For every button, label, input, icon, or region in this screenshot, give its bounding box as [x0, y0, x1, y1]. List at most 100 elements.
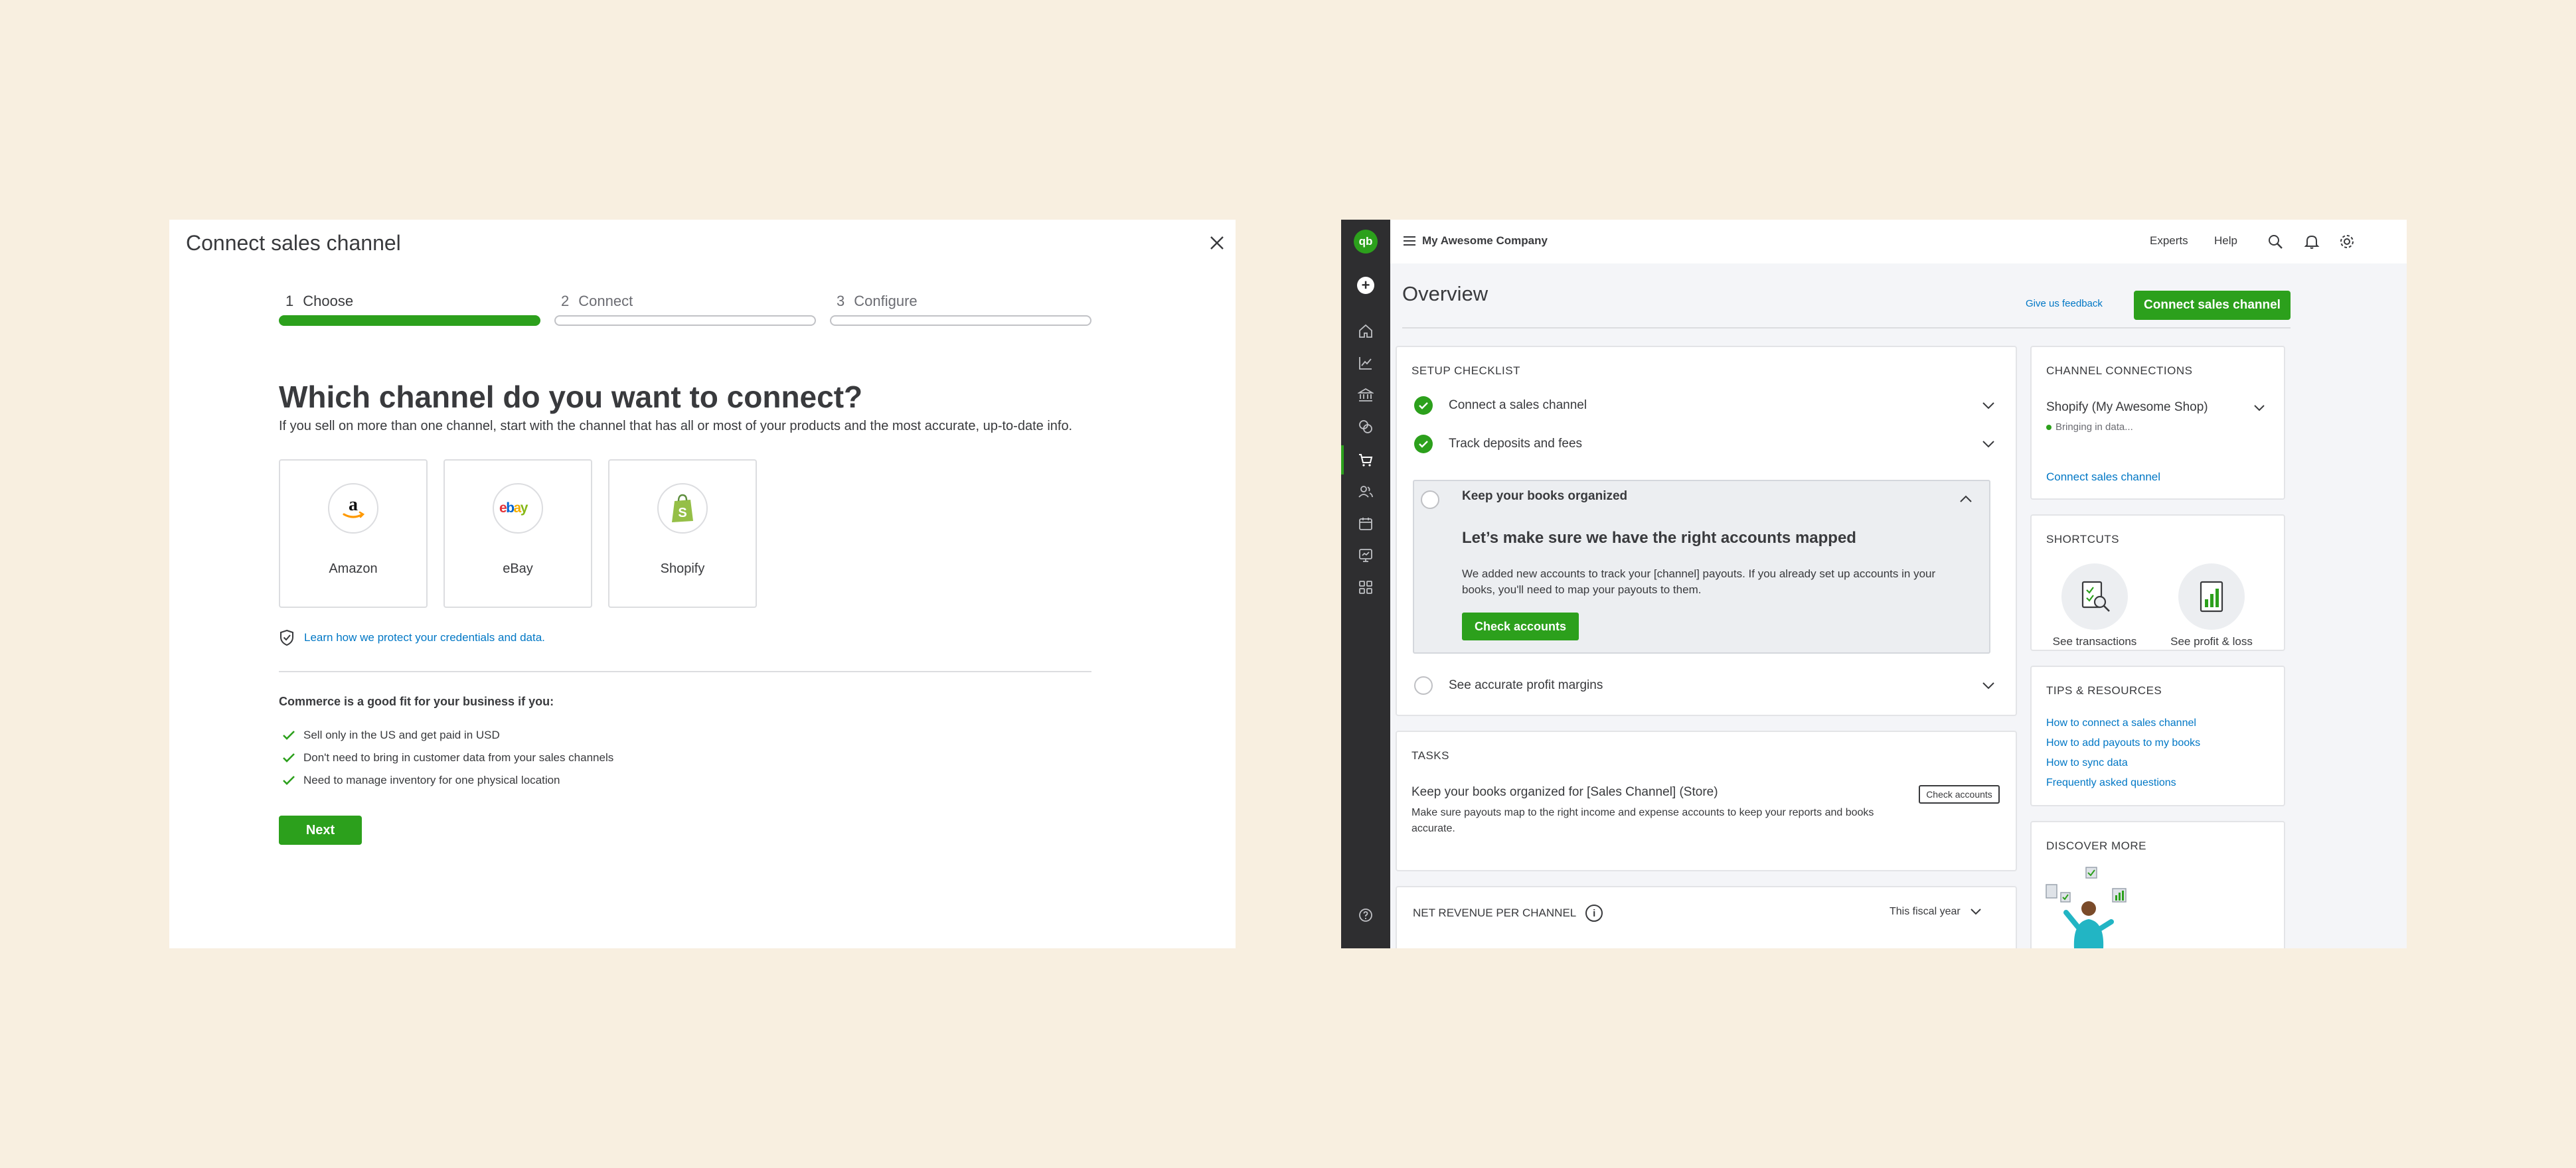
step-choose: 1 Choose [279, 293, 540, 326]
chevron-down-icon[interactable] [1981, 439, 1996, 449]
checkmark-circle-icon [1414, 396, 1433, 415]
channel-name: eBay [503, 561, 533, 576]
transfer-icon[interactable] [1358, 419, 1374, 435]
tasks-card: TASKS Keep your books organized for [Sal… [1396, 731, 2017, 871]
feedback-link[interactable]: Give us feedback [2026, 298, 2103, 309]
channel-card-ebay[interactable]: ebay eBay [443, 459, 592, 608]
bank-icon[interactable] [1358, 387, 1374, 403]
chevron-down-icon[interactable] [2253, 404, 2265, 412]
tips-link[interactable]: How to add payouts to my books [2046, 737, 2200, 749]
create-new-button[interactable]: + [1357, 277, 1374, 294]
tips-link[interactable]: Frequently asked questions [2046, 777, 2176, 789]
gear-icon[interactable] [2338, 233, 2356, 250]
home-icon[interactable] [1358, 323, 1374, 339]
channel-card-amazon[interactable]: a Amazon [279, 459, 428, 608]
list-item: Need to manage inventory for one physica… [282, 769, 613, 792]
status-dot [2046, 424, 2052, 430]
expanded-title: Let’s make sure we have the right accoun… [1462, 529, 1856, 547]
protect-credentials-link[interactable]: Learn how we protect your credentials an… [279, 629, 545, 646]
bell-icon[interactable] [2303, 233, 2320, 250]
task-check-accounts-button[interactable]: Check accounts [1919, 785, 2000, 804]
fit-list: Sell only in the US and get paid in USD … [282, 724, 613, 792]
experts-link[interactable]: Experts [2150, 234, 2188, 248]
checkmark-circle-icon [1414, 435, 1433, 453]
list-item: Don't need to bring in customer data fro… [282, 747, 613, 769]
apps-grid-icon[interactable] [1358, 579, 1374, 595]
left-nav-rail: qb + [1341, 220, 1390, 948]
search-icon[interactable] [2267, 233, 2284, 250]
chart-icon[interactable] [1358, 355, 1374, 371]
card-title: CHANNEL CONNECTIONS [2046, 364, 2193, 377]
fit-title: Commerce is a good fit for your business… [279, 695, 554, 708]
task-name: Keep your books organized for [Sales Cha… [1411, 785, 1718, 799]
step-connect: 2 Connect [554, 293, 816, 326]
help-circle-icon[interactable] [1358, 907, 1374, 923]
step-progress-bar [830, 315, 1091, 326]
shortcuts-card: SHORTCUTS See transactions See profit & … [2030, 514, 2285, 651]
connect-channel-link[interactable]: Connect sales channel [2046, 471, 2160, 484]
close-icon[interactable] [1208, 234, 1226, 252]
card-title: TIPS & RESOURCES [2046, 684, 2162, 697]
commerce-cart-icon[interactable] [1358, 452, 1374, 468]
help-link[interactable]: Help [2214, 234, 2237, 248]
net-revenue-card: NET REVENUE PER CHANNEL i This fiscal ye… [1396, 886, 2017, 948]
check-icon [283, 731, 295, 740]
connect-sales-channel-button[interactable]: Connect sales channel [2134, 291, 2291, 320]
chevron-down-icon[interactable] [1981, 681, 1996, 690]
divider [1402, 327, 2291, 328]
step-progress-bar [554, 315, 816, 326]
chevron-down-icon[interactable] [1981, 401, 1996, 410]
top-bar: My Awesome Company Experts Help R [1390, 220, 2407, 263]
hamburger-menu-icon[interactable] [1402, 234, 1417, 248]
step-progress-bar [279, 315, 540, 326]
check-accounts-button[interactable]: Check accounts [1462, 613, 1579, 640]
card-title: DISCOVER MORE [2046, 840, 2147, 852]
transactions-search-icon [2061, 563, 2128, 630]
discover-illustration [2046, 867, 2127, 948]
card-title: SETUP CHECKLIST [1411, 364, 1521, 377]
list-item: Sell only in the US and get paid in USD [282, 724, 613, 747]
checklist-item[interactable]: Connect a sales channel [1414, 392, 1998, 419]
company-name[interactable]: My Awesome Company [1422, 234, 1548, 248]
chevron-up-icon[interactable] [1959, 494, 1973, 504]
customers-icon[interactable] [1358, 484, 1374, 500]
tips-card: TIPS & RESOURCES How to connect a sales … [2030, 666, 2285, 806]
checklist-item[interactable]: Track deposits and fees [1414, 431, 1998, 457]
ebay-logo-icon: ebay [493, 483, 543, 534]
svg-text:S: S [678, 506, 686, 520]
reports-icon[interactable] [1358, 548, 1374, 563]
shield-check-icon [280, 629, 293, 646]
question-heading: Which channel do you want to connect? [279, 380, 863, 414]
profit-loss-report-icon [2178, 563, 2245, 630]
checklist-item-expanded: Keep your books organized Let’s make sur… [1413, 480, 1990, 654]
card-title: SHORTCUTS [2046, 533, 2119, 546]
channel-name: Shopify [660, 561, 705, 576]
quickbooks-logo[interactable]: qb [1354, 230, 1378, 254]
card-title: TASKS [1411, 749, 1449, 762]
svg-text:ebay: ebay [499, 500, 528, 516]
info-icon[interactable]: i [1585, 905, 1603, 922]
step-configure: 3 Configure [830, 293, 1091, 326]
next-button[interactable]: Next [279, 816, 362, 845]
shortcut-see-transactions[interactable]: See transactions [2045, 563, 2144, 648]
page-title: Overview [1402, 282, 1489, 305]
channel-status: Bringing in data... [2046, 421, 2133, 433]
svg-text:a: a [349, 494, 358, 515]
divider [279, 671, 1091, 672]
channel-name: Shopify (My Awesome Shop) [2046, 400, 2208, 414]
shortcut-see-profit-loss[interactable]: See profit & loss [2162, 563, 2261, 648]
card-title: NET REVENUE PER CHANNEL i [1413, 905, 1603, 922]
channel-card-shopify[interactable]: S Shopify [608, 459, 757, 608]
tips-link[interactable]: How to connect a sales channel [2046, 717, 2196, 729]
calendar-icon[interactable] [1358, 516, 1374, 532]
discover-more-card: DISCOVER MORE [2030, 821, 2285, 948]
question-subtitle: If you sell on more than one channel, st… [279, 419, 1073, 433]
setup-checklist-card: SETUP CHECKLIST Connect a sales channel … [1396, 346, 2017, 716]
active-indicator [1341, 445, 1344, 475]
task-description: Make sure payouts map to the right incom… [1411, 807, 1874, 834]
check-icon [283, 776, 295, 785]
tips-link[interactable]: How to sync data [2046, 757, 2128, 769]
amazon-logo-icon: a [328, 483, 378, 534]
period-dropdown[interactable]: This fiscal year [1890, 906, 1982, 918]
checklist-item[interactable]: See accurate profit margins [1414, 672, 1998, 699]
